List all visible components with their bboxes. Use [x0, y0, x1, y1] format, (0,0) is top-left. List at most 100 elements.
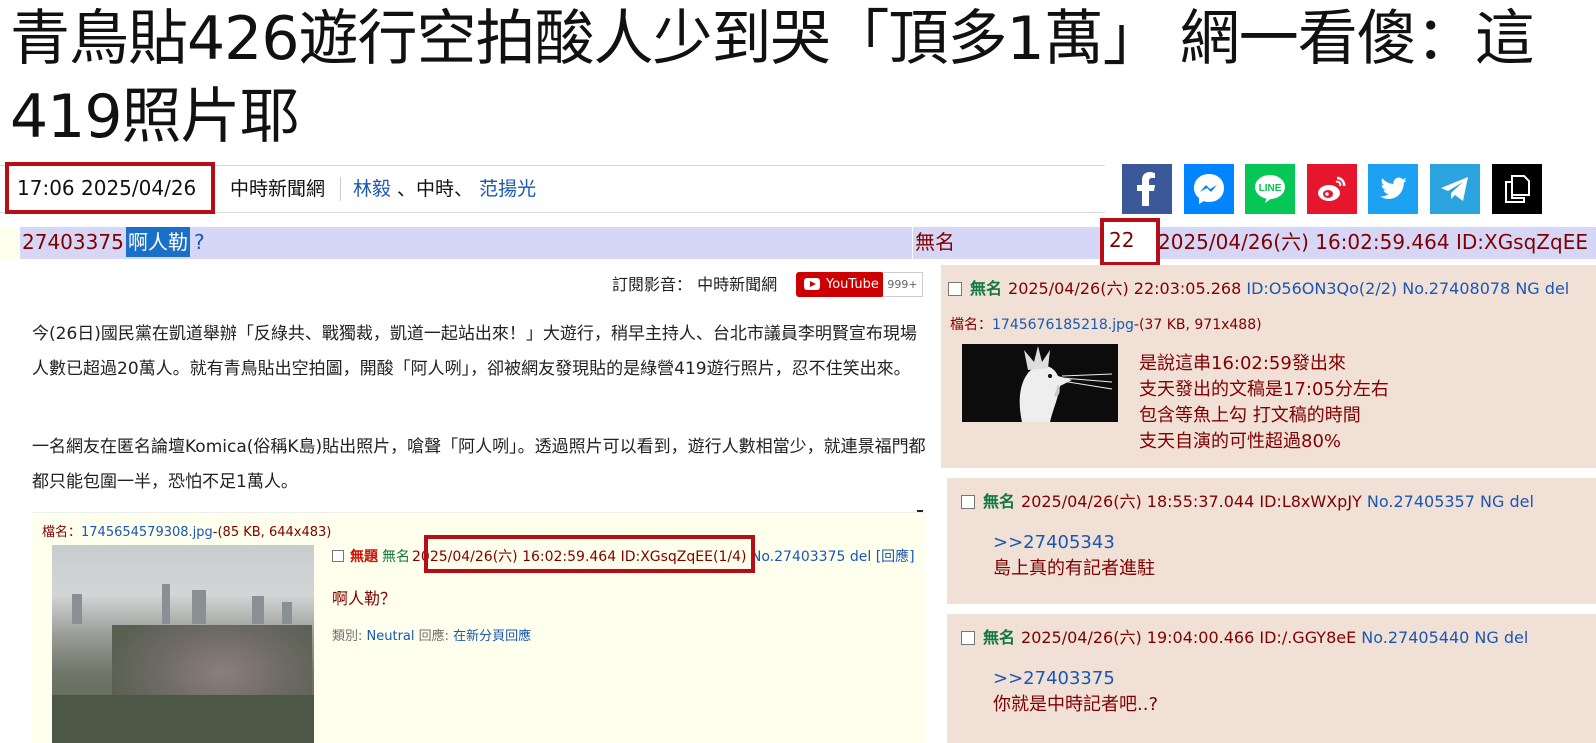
reply-date: 2025/04/26(六) 22:03:05.268 [1008, 279, 1242, 298]
thread-id[interactable]: 27403375 [22, 227, 124, 257]
author-list: 林毅 、中時、 范揚光 [353, 166, 536, 212]
reply-body: >>27405343 島上真的有記者進駐 [993, 530, 1155, 582]
reply-line: 支天自演的可性超過80% [1139, 431, 1342, 452]
inner-post-category: 類別: Neutral 回應: 在新分頁回應 [332, 625, 531, 644]
thread-title-question: ? [194, 230, 205, 254]
author-separator: 、中時、 [391, 178, 480, 200]
telegram-share-button[interactable] [1430, 164, 1480, 214]
category-label: 類別: [332, 629, 367, 644]
reply-quote-link[interactable]: >>27403375 [993, 666, 1158, 692]
thread-date: 2025/04/26(六) 16:02:59.464 ID:XGsqZqEE [1158, 230, 1588, 254]
reply-poster-name: 無名 [983, 628, 1016, 647]
reply-post: 無名 2025/04/26(六) 18:55:37.044 ID:L8xWXpJY… [947, 478, 1596, 604]
rooster-image [962, 344, 1118, 422]
reply-quote-link[interactable]: >>27405343 [993, 530, 1155, 556]
inner-post-subject: 無題 [350, 549, 378, 565]
twitter-icon [1380, 177, 1407, 199]
youtube-subscribe-button[interactable]: YouTube [796, 272, 884, 297]
reply-poster-id: ID:L8xWXpJY [1259, 492, 1362, 511]
weibo-share-button[interactable] [1307, 164, 1357, 214]
reply-label: 回應: [414, 629, 454, 644]
reply-file-size: -(37 KB, 971x488) [1133, 317, 1262, 333]
twitter-share-button[interactable] [1368, 164, 1418, 214]
reply-line: 島上真的有記者進駐 [993, 558, 1155, 579]
category-value[interactable]: Neutral [367, 629, 415, 644]
copy-link-button[interactable] [1492, 164, 1542, 214]
reply-post: 無名 2025/04/26(六) 19:04:00.466 ID:/.GGY8eE… [947, 614, 1596, 743]
reply-file-info: 檔名：1745676185218.jpg-(37 KB, 971x488) [950, 314, 1262, 334]
reply-checkbox[interactable] [948, 282, 962, 296]
meta-divider [340, 177, 341, 201]
reply-line: 是說這串16:02:59發出來 [1139, 353, 1346, 374]
youtube-play-icon [804, 278, 820, 290]
reply-line: 包含等魚上勾 打文稿的時間 [1139, 405, 1361, 426]
aerial-rally-photo [52, 545, 314, 743]
line-share-button[interactable]: LINE [1245, 164, 1295, 214]
inner-post-checkbox[interactable] [332, 550, 344, 562]
reply-del-link[interactable]: del [1509, 492, 1533, 511]
reply-new-tab-link[interactable]: 在新分頁回應 [453, 629, 531, 644]
reply-no[interactable]: No.27405357 [1367, 492, 1475, 511]
embedded-forum-screenshot: 檔名：1745654579308.jpg-(85 KB, 644x483) 無題… [32, 512, 925, 743]
file-label: 檔名： [950, 317, 992, 333]
inner-date-highlight [424, 535, 755, 573]
article-paragraph: 一名網友在匿名論壇Komica(俗稱K島)貼出照片，嗆聲「阿人咧」。透過照片可以… [32, 437, 926, 492]
inner-file-link[interactable]: 1745654579308.jpg [81, 525, 213, 540]
reply-count: 22 [1100, 218, 1160, 266]
reply-poster-id: ID:/.GGY8eE [1259, 628, 1357, 647]
author-link[interactable]: 范揚光 [479, 178, 536, 200]
author-link[interactable]: 林毅 [353, 178, 391, 200]
messenger-icon [1194, 174, 1224, 204]
messenger-share-button[interactable] [1184, 164, 1234, 214]
file-label: 檔名： [42, 525, 82, 540]
reply-post: 無名 2025/04/26(六) 22:03:05.268 ID:O56ON3Qo… [941, 265, 1596, 468]
copy-icon [1505, 175, 1530, 203]
reply-date: 2025/04/26(六) 19:04:00.466 [1021, 628, 1255, 647]
reply-no[interactable]: No.27405440 [1361, 628, 1469, 647]
inner-reply-link[interactable]: [回應] [876, 549, 915, 565]
publish-time: 17:06 2025/04/26 [5, 162, 215, 214]
reply-header: 無名 2025/04/26(六) 19:04:00.466 ID:/.GGY8eE… [961, 624, 1528, 648]
reply-line: 支天發出的文稿是17:05分左右 [1139, 379, 1389, 400]
subscriber-count: 999+ [883, 272, 923, 297]
reply-body: 是說這串16:02:59發出來 支天發出的文稿是17:05分左右 包含等魚上勾 … [1139, 351, 1389, 455]
reply-checkbox[interactable] [961, 631, 975, 645]
inner-post-name: 無名 [382, 549, 410, 565]
weibo-icon [1318, 176, 1346, 201]
reply-ng-link[interactable]: NG [1480, 492, 1504, 511]
inner-del-link[interactable]: del [850, 549, 871, 565]
thread-bar-divider [912, 227, 913, 259]
thread-header-bar: 27403375 啊人勒 ? 無名 22 2025/04/26(六) 16:02… [20, 218, 1596, 266]
thread-title[interactable]: 啊人勒 [126, 227, 190, 257]
reply-poster-name: 無名 [970, 279, 1003, 298]
reply-header: 無名 2025/04/26(六) 22:03:05.268 ID:O56ON3Qo… [948, 275, 1569, 299]
reply-checkbox[interactable] [961, 495, 975, 509]
reply-ng-link[interactable]: NG [1515, 279, 1539, 298]
reply-body: >>27403375 你就是中時記者吧..? [993, 666, 1158, 718]
reply-del-link[interactable]: del [1504, 628, 1528, 647]
telegram-icon [1441, 177, 1468, 201]
reply-line: 你就是中時記者吧..? [993, 694, 1158, 715]
reply-ng-link[interactable]: NG [1474, 628, 1498, 647]
reply-poster-name: 無名 [983, 492, 1016, 511]
line-icon: LINE [1255, 175, 1285, 203]
inner-post-body: 啊人勒？ [332, 589, 397, 608]
facebook-share-button[interactable] [1122, 164, 1172, 214]
article-paragraph: 今(26日)國民黨在凱道舉辦「反綠共、戰獨裁，凱道一起站出來！」大遊行，稍早主持… [32, 324, 917, 379]
reply-poster-id[interactable]: ID:O56ON3Qo(2/2) [1246, 279, 1397, 298]
thread-poster-name: 無名 [915, 230, 955, 254]
reply-no[interactable]: No.27408078 [1402, 279, 1510, 298]
rooster-thumbnail[interactable] [962, 344, 1118, 422]
reply-del-link[interactable]: del [1545, 279, 1569, 298]
source-name[interactable]: 中時新聞網 [230, 166, 325, 212]
reply-file-link[interactable]: 1745676185218.jpg [992, 317, 1134, 333]
svg-text:LINE: LINE [1259, 183, 1282, 194]
inner-post-no[interactable]: No.27403375 [751, 549, 846, 565]
reply-header: 無名 2025/04/26(六) 18:55:37.044 ID:L8xWXpJY… [961, 488, 1534, 512]
article-headline: 青鳥貼426遊行空拍酸人少到哭「頂多1萬」 網一看傻：這419照片耶 [10, 4, 1535, 152]
inner-file-info: 檔名：1745654579308.jpg-(85 KB, 644x483) [42, 521, 331, 540]
facebook-icon [1137, 172, 1155, 206]
subscribe-label: 訂閱影音： 中時新聞網 [612, 275, 778, 294]
article-meta-bar: 17:06 2025/04/26 中時新聞網 林毅 、中時、 范揚光 [0, 162, 1105, 214]
youtube-label: YouTube [826, 277, 879, 292]
